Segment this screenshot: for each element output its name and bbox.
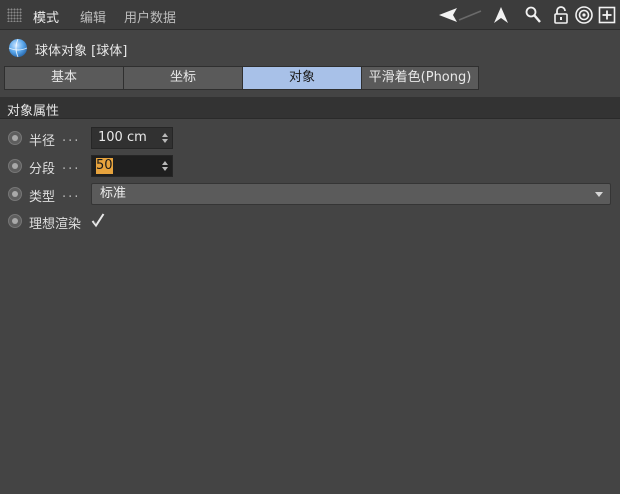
tab-coordinates[interactable]: 坐标 [123,66,243,90]
segments-value: 50 [96,158,113,174]
menu-bar: 模式 编辑 用户数据 [0,0,620,30]
spinner-icon[interactable] [161,132,169,144]
section-object-properties: 对象属性 [0,97,620,119]
radius-label: 半径 [29,134,56,149]
segments-input[interactable]: 50 [91,155,173,177]
label-dots: ... [62,158,81,173]
search-icon[interactable] [524,5,542,25]
property-row-render-perfect: 理想渲染 [0,209,620,233]
radius-value: 100 cm [98,130,147,145]
animate-radio-icon[interactable] [8,214,22,228]
object-header: 球体对象 [球体] [0,36,620,60]
menu-mode[interactable]: 模式 [33,7,59,26]
label-dots: ... [62,130,81,145]
label-dots: ... [62,186,81,201]
back-arrow-icon[interactable] [437,5,483,25]
render-perfect-label: 理想渲染 [29,217,82,232]
animate-radio-icon[interactable] [8,131,22,145]
sphere-icon [8,38,28,58]
type-label: 类型 [29,190,56,205]
type-dropdown[interactable]: 标准 [91,183,611,205]
new-panel-icon[interactable] [598,5,616,25]
section-title: 对象属性 [7,104,60,119]
menu-user-data[interactable]: 用户数据 [124,7,176,26]
type-value: 标准 [100,186,127,201]
property-row-radius: 半径 ... 100 cm [0,126,620,150]
radius-input[interactable]: 100 cm [91,127,173,149]
animate-radio-icon[interactable] [8,187,22,201]
tab-phong[interactable]: 平滑着色(Phong) [361,66,479,90]
property-row-type: 类型 ... 标准 [0,182,620,206]
checkmark-icon[interactable] [91,212,105,228]
target-icon[interactable] [574,5,594,25]
property-row-segments: 分段 ... 50 [0,154,620,178]
segments-label: 分段 [29,162,56,177]
tab-basic[interactable]: 基本 [4,66,124,90]
object-title: 球体对象 [球体] [35,44,128,59]
lock-icon[interactable] [552,5,570,25]
menu-edit[interactable]: 编辑 [80,7,106,26]
tab-object[interactable]: 对象 [242,66,362,90]
spinner-icon[interactable] [161,160,169,172]
chevron-down-icon [595,192,603,197]
animate-radio-icon[interactable] [8,159,22,173]
grip-handle-icon[interactable] [7,8,22,22]
up-arrow-icon[interactable] [492,5,510,25]
